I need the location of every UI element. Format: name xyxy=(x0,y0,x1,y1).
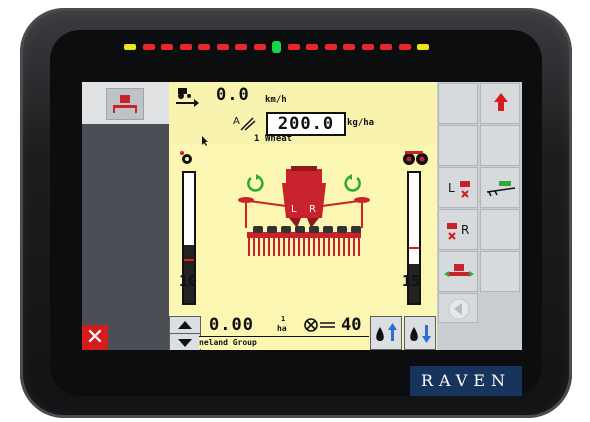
display-screen: ✕ 0.0 km/h A 200.0 kg/ha 1 Wheat 10 15 L… xyxy=(82,82,522,350)
product-name: Wheat xyxy=(265,134,293,144)
up-arrow-icon xyxy=(178,321,192,329)
marker-arm-icon xyxy=(486,181,516,197)
status-led xyxy=(216,44,229,50)
section-auto-button[interactable] xyxy=(438,251,478,292)
flow-decrease-button[interactable] xyxy=(404,316,436,350)
seeder-tab-icon xyxy=(106,88,144,120)
panel-button-8[interactable] xyxy=(480,209,520,250)
area-product-number: 1 xyxy=(281,315,286,323)
product-number: 1 xyxy=(254,134,260,144)
application-rate-icon: A xyxy=(233,116,256,131)
section-off-icon xyxy=(460,181,470,198)
status-led xyxy=(161,44,173,50)
status-led xyxy=(287,44,300,50)
section-right-off-label: R xyxy=(461,223,470,237)
status-led xyxy=(343,44,355,50)
left-gauge-marker xyxy=(184,259,194,261)
svg-text:A: A xyxy=(233,116,240,127)
down-arrow-icon xyxy=(178,339,192,347)
status-led xyxy=(253,44,266,50)
left-gauge-value: 10 xyxy=(179,272,198,290)
right-gauge-value: 15 xyxy=(402,272,421,290)
pointer-cursor-icon xyxy=(202,136,208,146)
panel-button-4[interactable] xyxy=(480,125,520,166)
status-led xyxy=(124,44,136,50)
section-left-off-label: L xyxy=(448,181,455,195)
status-led xyxy=(235,44,247,50)
area-value: 0.00 xyxy=(209,315,254,335)
brand-logo: RAVEN xyxy=(410,366,522,396)
right-gauge-marker xyxy=(409,247,419,249)
section-off-icon xyxy=(447,223,457,240)
status-led xyxy=(417,44,429,50)
status-led xyxy=(179,44,192,50)
panel-button-up[interactable] xyxy=(480,83,520,124)
run-screen-tab[interactable] xyxy=(82,82,169,124)
grower-name: neland Group xyxy=(199,336,369,349)
wheel-sensor-icon xyxy=(403,151,428,165)
seed-fan-icon xyxy=(180,151,192,164)
status-led xyxy=(198,44,210,50)
section-left-label: L xyxy=(291,204,297,215)
count-value: 40 xyxy=(341,315,362,335)
status-led xyxy=(306,44,318,50)
flow-increase-button[interactable] xyxy=(370,316,402,350)
led-lightbar xyxy=(124,41,429,53)
rotate-left-icon xyxy=(247,175,264,192)
seeder-machine-graphic: L R xyxy=(238,166,370,256)
up-arrow-icon xyxy=(494,93,508,111)
speed-value: 0.0 xyxy=(216,85,250,105)
status-led xyxy=(398,44,411,50)
panel-button-10[interactable] xyxy=(480,251,520,292)
right-button-panel: L R xyxy=(437,82,522,350)
status-led xyxy=(272,41,281,53)
speed-unit: km/h xyxy=(265,95,287,105)
close-button[interactable]: ✕ xyxy=(82,325,108,350)
counter-icon xyxy=(304,318,335,332)
panel-button-1[interactable] xyxy=(438,83,478,124)
tractor-speed-icon xyxy=(176,88,199,107)
section-auto-icon xyxy=(444,264,474,277)
rate-input[interactable]: 200.0 xyxy=(266,112,346,136)
flow-up-icon xyxy=(376,323,397,341)
flow-down-icon xyxy=(410,325,431,343)
section-left-off-button[interactable]: L xyxy=(438,167,478,208)
scroll-down-button[interactable] xyxy=(169,333,201,350)
back-icon xyxy=(448,298,470,320)
section-right-label: R xyxy=(309,204,316,215)
status-led xyxy=(324,44,337,50)
rotate-right-icon xyxy=(344,175,361,192)
section-right-off-button[interactable]: R xyxy=(438,209,478,250)
panel-button-3[interactable] xyxy=(438,125,478,166)
status-led xyxy=(380,44,392,50)
close-icon: ✕ xyxy=(85,325,105,350)
run-screen: 0.0 km/h A 200.0 kg/ha 1 Wheat 10 15 L R… xyxy=(169,82,437,350)
rate-unit: kg/ha xyxy=(347,118,375,128)
left-panel: ✕ xyxy=(82,82,169,350)
marker-arm-button[interactable] xyxy=(480,167,520,208)
status-led xyxy=(142,44,155,50)
back-button[interactable] xyxy=(438,293,478,323)
status-led xyxy=(361,44,374,50)
area-unit: ha xyxy=(277,324,287,333)
